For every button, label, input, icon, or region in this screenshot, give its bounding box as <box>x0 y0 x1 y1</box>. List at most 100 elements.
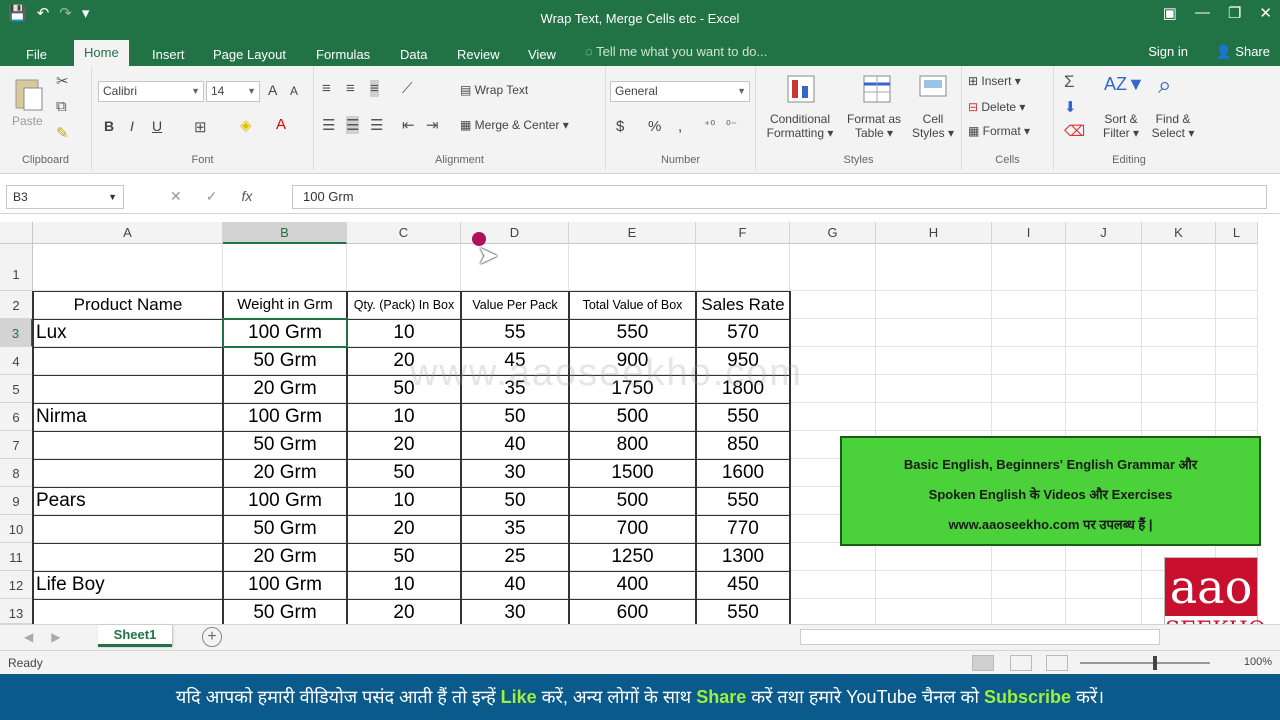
table-cell[interactable]: 50 <box>350 459 458 487</box>
column-header-k[interactable]: K <box>1142 222 1216 244</box>
ribbon-display-icon[interactable]: ▣ <box>1163 4 1177 22</box>
table-cell[interactable]: 40 <box>464 431 566 459</box>
format-cells-button[interactable]: ▦ Format ▾ <box>968 124 1030 138</box>
table-cell[interactable]: 700 <box>572 515 693 543</box>
bold-button[interactable]: B <box>104 118 114 134</box>
table-cell[interactable]: 850 <box>699 431 787 459</box>
table-cell[interactable] <box>36 543 220 571</box>
table-cell[interactable]: Lux <box>36 319 220 347</box>
table-cell[interactable]: 550 <box>572 319 693 347</box>
row-header-5[interactable]: 5 <box>0 375 33 403</box>
increase-indent-icon[interactable]: ⇥ <box>426 116 439 134</box>
table-cell[interactable]: 100 Grm <box>226 403 344 431</box>
insert-function-icon[interactable]: fx <box>241 188 252 205</box>
next-sheet-icon[interactable]: ▶ <box>51 630 60 644</box>
align-center-icon[interactable]: ☰ <box>346 116 360 134</box>
merge-center-button[interactable]: ▦ Merge & Center ▾ <box>460 118 569 132</box>
table-cell[interactable] <box>36 459 220 487</box>
table-header-cell[interactable]: Weight in Grm <box>225 291 345 319</box>
insert-cells-button[interactable]: ⊞ Insert ▾ <box>968 74 1021 88</box>
formula-input[interactable]: 100 Grm <box>292 185 1267 209</box>
table-cell[interactable] <box>36 431 220 459</box>
table-cell[interactable] <box>36 375 220 403</box>
paste-button[interactable]: Paste <box>12 114 43 128</box>
table-cell[interactable]: 100 Grm <box>226 571 344 599</box>
add-sheet-button[interactable]: + <box>202 627 222 647</box>
format-painter-icon[interactable]: ✎ <box>56 124 69 142</box>
table-cell[interactable]: 770 <box>699 515 787 543</box>
close-icon[interactable]: ✕ <box>1259 4 1272 22</box>
table-cell[interactable]: 550 <box>699 403 787 431</box>
minimize-icon[interactable]: — <box>1195 4 1210 22</box>
align-middle-icon[interactable]: ≡ <box>346 80 355 97</box>
zoom-level[interactable]: 100% <box>1244 656 1272 668</box>
decrease-decimal-icon[interactable]: ⁰⁻ <box>726 118 737 132</box>
table-cell[interactable]: 30 <box>464 599 566 624</box>
table-cell[interactable]: 800 <box>572 431 693 459</box>
conditional-formatting-icon[interactable] <box>784 72 818 106</box>
table-cell[interactable]: 50 Grm <box>226 599 344 624</box>
table-cell[interactable]: 30 <box>464 459 566 487</box>
table-cell[interactable]: 10 <box>350 487 458 515</box>
format-as-table-icon[interactable] <box>860 72 894 106</box>
table-cell[interactable]: 50 Grm <box>226 515 344 543</box>
table-header-cell[interactable]: Product Name <box>35 291 221 319</box>
cell-styles-button[interactable]: Cell Styles ▾ <box>908 112 958 140</box>
autosum-icon[interactable]: Σ <box>1064 72 1075 92</box>
row-header-12[interactable]: 12 <box>0 571 33 599</box>
table-header-cell[interactable]: Qty. (Pack) In Box <box>349 291 459 319</box>
table-cell[interactable]: 50 <box>464 403 566 431</box>
sort-filter-button[interactable]: Sort & Filter ▾ <box>1098 112 1144 140</box>
tab-file[interactable]: File <box>24 43 49 66</box>
paste-icon[interactable] <box>12 74 46 111</box>
table-cell[interactable]: 550 <box>699 599 787 624</box>
align-top-icon[interactable]: ≡ <box>322 80 331 97</box>
table-cell[interactable]: 50 <box>350 543 458 571</box>
cell-styles-icon[interactable] <box>916 72 950 106</box>
increase-decimal-icon[interactable]: ⁺⁰ <box>704 118 715 132</box>
column-header-b[interactable]: B <box>223 222 347 244</box>
number-format-combo[interactable]: General ▼ <box>610 81 750 102</box>
table-cell[interactable]: 50 <box>464 487 566 515</box>
tell-me-search[interactable]: ◌ Tell me what you want to do... <box>585 44 767 59</box>
percent-button[interactable]: % <box>648 118 661 135</box>
align-bottom-icon[interactable]: ≡ <box>370 80 379 97</box>
zoom-slider[interactable] <box>1080 662 1210 664</box>
table-cell[interactable] <box>36 599 220 624</box>
column-header-i[interactable]: I <box>992 222 1066 244</box>
row-header-4[interactable]: 4 <box>0 347 33 375</box>
row-header-8[interactable]: 8 <box>0 459 33 487</box>
column-header-l[interactable]: L <box>1216 222 1258 244</box>
delete-cells-button[interactable]: ⊟ Delete ▾ <box>968 100 1025 114</box>
table-cell[interactable]: 10 <box>350 571 458 599</box>
prev-sheet-icon[interactable]: ◀ <box>24 630 33 644</box>
column-header-a[interactable]: A <box>33 222 223 244</box>
table-cell[interactable]: 55 <box>464 319 566 347</box>
currency-button[interactable]: $ <box>616 118 624 135</box>
find-select-button[interactable]: Find & Select ▾ <box>1148 112 1198 140</box>
table-cell[interactable]: 35 <box>464 515 566 543</box>
row-header-7[interactable]: 7 <box>0 431 33 459</box>
underline-button[interactable]: U <box>152 118 162 134</box>
tab-insert[interactable]: Insert <box>150 43 187 66</box>
table-cell[interactable]: Pears <box>36 487 220 515</box>
table-cell[interactable]: 10 <box>350 319 458 347</box>
zoom-slider-thumb[interactable] <box>1153 656 1157 670</box>
table-cell[interactable]: Life Boy <box>36 571 220 599</box>
table-cell[interactable]: 1250 <box>572 543 693 571</box>
table-cell[interactable]: 20 Grm <box>226 375 344 403</box>
align-right-icon[interactable]: ☰ <box>370 116 383 134</box>
name-box[interactable]: B3 ▼ <box>6 185 124 209</box>
page-break-view-icon[interactable] <box>1046 655 1068 671</box>
table-cell[interactable]: 20 <box>350 599 458 624</box>
row-header-6[interactable]: 6 <box>0 403 33 431</box>
row-header-2[interactable]: 2 <box>0 291 33 319</box>
row-header-13[interactable]: 13 <box>0 599 33 624</box>
row-header-11[interactable]: 11 <box>0 543 33 571</box>
clear-icon[interactable]: ⌫ <box>1064 122 1085 140</box>
enter-icon[interactable]: ✓ <box>206 188 218 205</box>
font-color-icon[interactable]: A <box>276 116 286 133</box>
column-header-g[interactable]: G <box>790 222 876 244</box>
table-cell[interactable]: 20 <box>350 431 458 459</box>
table-cell[interactable]: 50 Grm <box>226 347 344 375</box>
